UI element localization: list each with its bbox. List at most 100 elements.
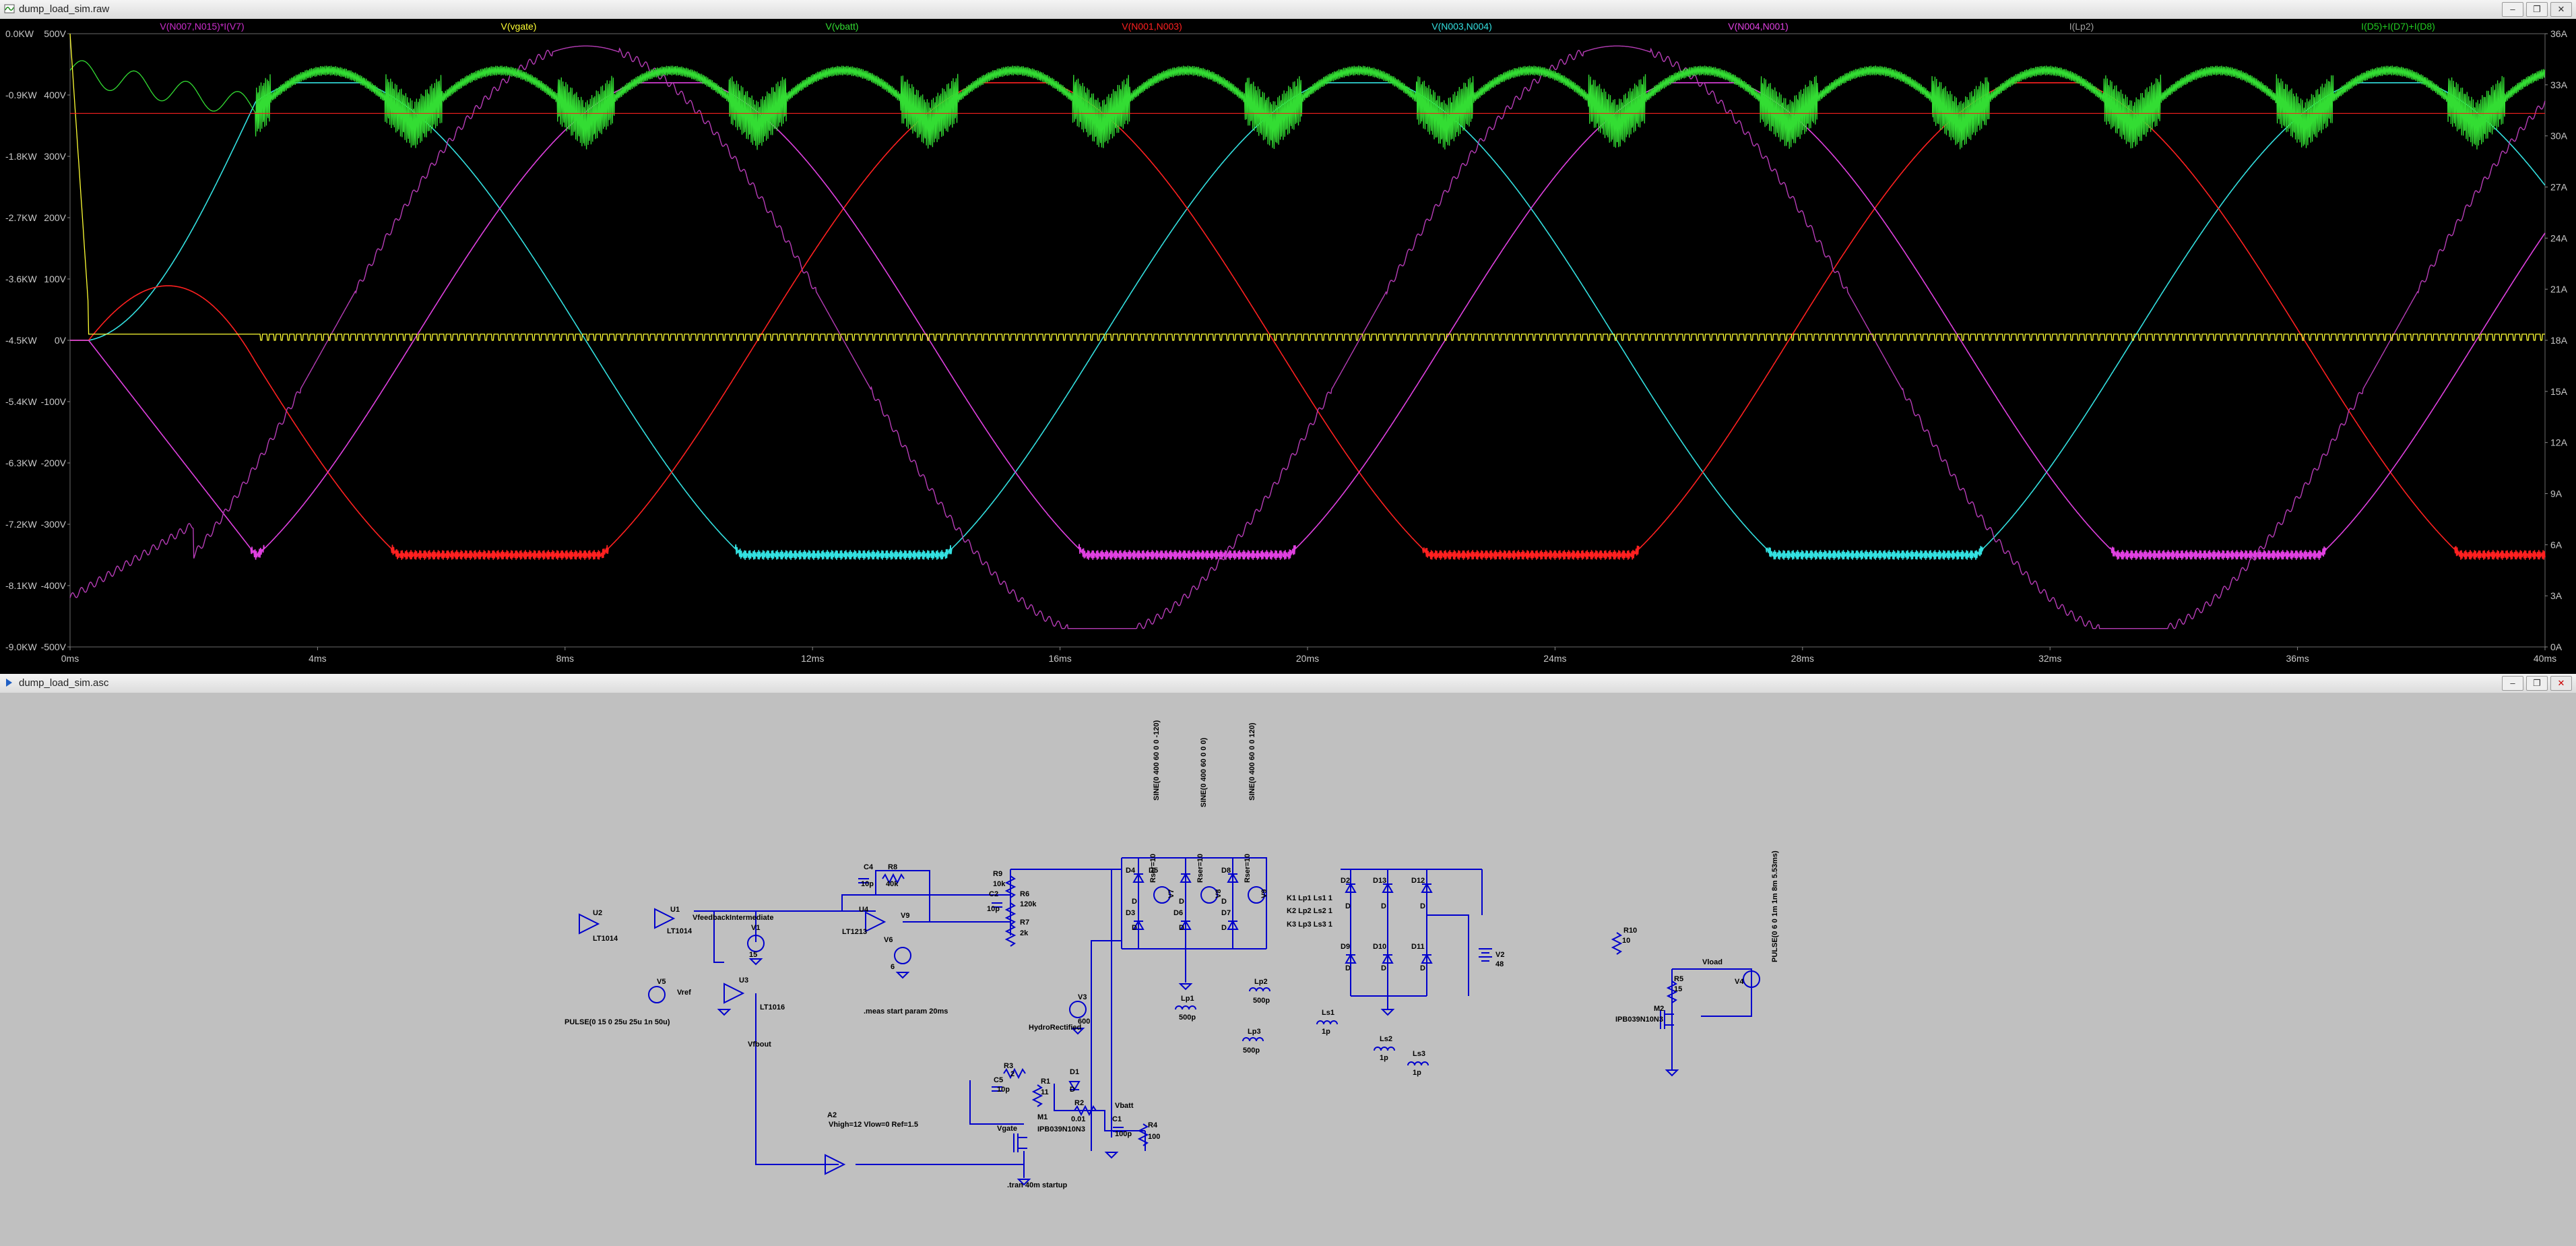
schematic-close-button[interactable]: ✕ xyxy=(2550,676,2572,691)
schematic-label: Vgate xyxy=(997,1125,1017,1133)
schematic-label: D xyxy=(1420,902,1425,910)
right-axis-current-tick: 12A xyxy=(2550,437,2568,448)
right-axis-current-tick: 21A xyxy=(2550,284,2568,294)
trace-label[interactable]: I(D5)+I(D7)+I(D8) xyxy=(2361,21,2435,32)
schematic-label: 15 xyxy=(749,951,757,959)
left-axis-voltage-tick: 400V xyxy=(44,90,66,100)
schematic-label: Vhigh=12 Vlow=0 Ref=1.5 xyxy=(829,1121,918,1129)
trace-label[interactable]: V(vgate) xyxy=(501,21,537,32)
schematic-label: Lp2 xyxy=(1254,978,1268,986)
left-axis-voltage-tick: 300V xyxy=(44,151,66,162)
trace-label[interactable]: V(vbatt) xyxy=(825,21,858,32)
schematic-label: V9 xyxy=(901,912,909,920)
schematic-titlebar[interactable]: dump_load_sim.asc – ❐ ✕ xyxy=(0,674,2576,693)
schematic-label: 10 xyxy=(1622,937,1630,945)
schematic-label: 120k xyxy=(1020,900,1037,908)
schematic-label: V4 xyxy=(1735,978,1744,986)
trace-label[interactable]: I(Lp2) xyxy=(2069,21,2094,32)
waveform-plot[interactable]: V(N007,N015)*I(V7) V(vgate) V(vbatt) V(N001… xyxy=(0,19,2576,671)
schematic-canvas[interactable]: U2LT1014U1LT1014VfeedbackIntermediateV11… xyxy=(0,693,2576,1246)
schematic-label: U1 xyxy=(670,906,680,914)
schematic-label: 11 xyxy=(1041,1088,1049,1096)
x-axis-tick: 36ms xyxy=(2286,653,2309,664)
schematic-label: HydroRectified xyxy=(1029,1024,1081,1032)
schematic-label: 10p xyxy=(997,1086,1010,1094)
right-axis-current-tick: 9A xyxy=(2550,489,2563,499)
schematic-label: D xyxy=(1345,902,1351,910)
right-axis-current-tick: 15A xyxy=(2550,386,2568,397)
schematic-restore-button[interactable]: ❐ xyxy=(2526,676,2548,691)
schematic-label: D xyxy=(1179,924,1184,932)
schematic-label: K1 Lp1 Ls1 1 xyxy=(1287,894,1332,902)
schematic-label: IPB039N10N3 xyxy=(1037,1125,1085,1133)
schematic-label: D xyxy=(1381,964,1386,972)
schematic-label: D1 xyxy=(1070,1068,1079,1076)
schematic-label: C5 xyxy=(994,1076,1003,1084)
right-axis-current-tick: 18A xyxy=(2550,335,2568,346)
schematic-label: D7 xyxy=(1221,909,1231,917)
left-axis-voltage-tick: 500V xyxy=(44,28,66,39)
schematic-label: V8 xyxy=(1215,890,1223,898)
schematic-label: D2 xyxy=(1341,877,1350,885)
schematic-window[interactable]: dump_load_sim.asc – ❐ ✕ U2 LT1014 U1 LT1014… xyxy=(0,674,2576,1246)
plot-titlebar[interactable]: dump_load_sim.raw – ❐ ✕ xyxy=(0,0,2576,20)
schematic-label: V9 xyxy=(1260,890,1268,898)
schematic-label: A2 xyxy=(827,1111,837,1119)
schematic-label: D xyxy=(1381,902,1386,910)
right-axis-current-tick: 27A xyxy=(2550,182,2568,193)
schematic-label: R5 xyxy=(1674,975,1683,983)
right-axis-current-tick: 6A xyxy=(2550,539,2563,550)
waveform-viewer-window[interactable]: dump_load_sim.raw – ❐ ✕ V(N007,N015)*I(V… xyxy=(0,0,2576,674)
schematic-label: D9 xyxy=(1341,943,1350,951)
left-axis-voltage-tick: 100V xyxy=(44,274,66,284)
schematic-label: D xyxy=(1179,898,1184,906)
left-axis-power-tick: -0.9KW xyxy=(5,90,37,100)
schematic-label: 100p xyxy=(1115,1130,1132,1138)
x-axis-tick: 40ms xyxy=(2534,653,2556,664)
schematic-label: 1p xyxy=(1380,1054,1388,1062)
plot-minimize-button[interactable]: – xyxy=(2502,2,2523,17)
left-axis-power-tick: -7.2KW xyxy=(5,519,37,530)
schematic-label: V7 xyxy=(1167,890,1176,898)
left-axis-power-tick: -2.7KW xyxy=(5,212,37,223)
schematic-label: 500p xyxy=(1179,1014,1196,1022)
schematic-label: U2 xyxy=(593,909,602,917)
schematic-label: 15 xyxy=(1674,985,1682,993)
schematic-label: PULSE(0 6 0 1m 1m 8m 5.53ms) xyxy=(1771,850,1779,962)
schematic-label: 2 xyxy=(1010,1070,1015,1078)
left-axis-voltage-tick: -300V xyxy=(41,519,67,530)
schematic-label: LT1016 xyxy=(760,1003,785,1011)
plot-restore-button[interactable]: ❐ xyxy=(2526,2,2548,17)
schematic-label: 0.01 xyxy=(1071,1115,1085,1123)
left-axis-power-tick: -1.8KW xyxy=(5,151,37,162)
schematic-label: Vref xyxy=(677,989,691,997)
schematic-label: D3 xyxy=(1126,909,1135,917)
left-axis-voltage-tick: -400V xyxy=(41,580,67,591)
schematic-window-title: dump_load_sim.asc xyxy=(19,677,109,689)
schematic-label: D4 xyxy=(1126,867,1136,875)
schematic-minimize-button[interactable]: – xyxy=(2502,676,2523,691)
trace-label[interactable]: V(N003,N004) xyxy=(1431,21,1492,32)
schematic-label: V5 xyxy=(657,978,666,986)
trace-label[interactable]: V(N004,N001) xyxy=(1728,21,1789,32)
x-axis-tick: 28ms xyxy=(1791,653,1814,664)
schematic-label: 6 xyxy=(891,963,895,971)
schematic-label: 40k xyxy=(886,880,899,888)
left-axis-power-tick: -9.0KW xyxy=(5,642,37,652)
left-axis-voltage-tick: 0V xyxy=(55,335,67,346)
schematic-label: M1 xyxy=(1037,1113,1048,1121)
schematic-label: Ls3 xyxy=(1413,1050,1425,1058)
schematic-label: 10k xyxy=(993,880,1006,888)
trace-label[interactable]: V(N001,N003) xyxy=(1122,21,1182,32)
x-axis-tick: 16ms xyxy=(1048,653,1071,664)
schematic-label: LT1014 xyxy=(667,927,693,935)
left-axis-power-tick: -8.1KW xyxy=(5,580,37,591)
schematic-label: Lp1 xyxy=(1181,995,1194,1003)
waveform-icon xyxy=(4,4,15,13)
schematic-label: C1 xyxy=(1112,1115,1122,1123)
schematic-label: D8 xyxy=(1221,867,1231,875)
trace-label[interactable]: V(N007,N015)*I(V7) xyxy=(160,21,244,32)
plot-close-button[interactable]: ✕ xyxy=(2550,2,2572,17)
schematic-label: V1 xyxy=(751,924,760,932)
x-axis-tick: 0ms xyxy=(61,653,79,664)
